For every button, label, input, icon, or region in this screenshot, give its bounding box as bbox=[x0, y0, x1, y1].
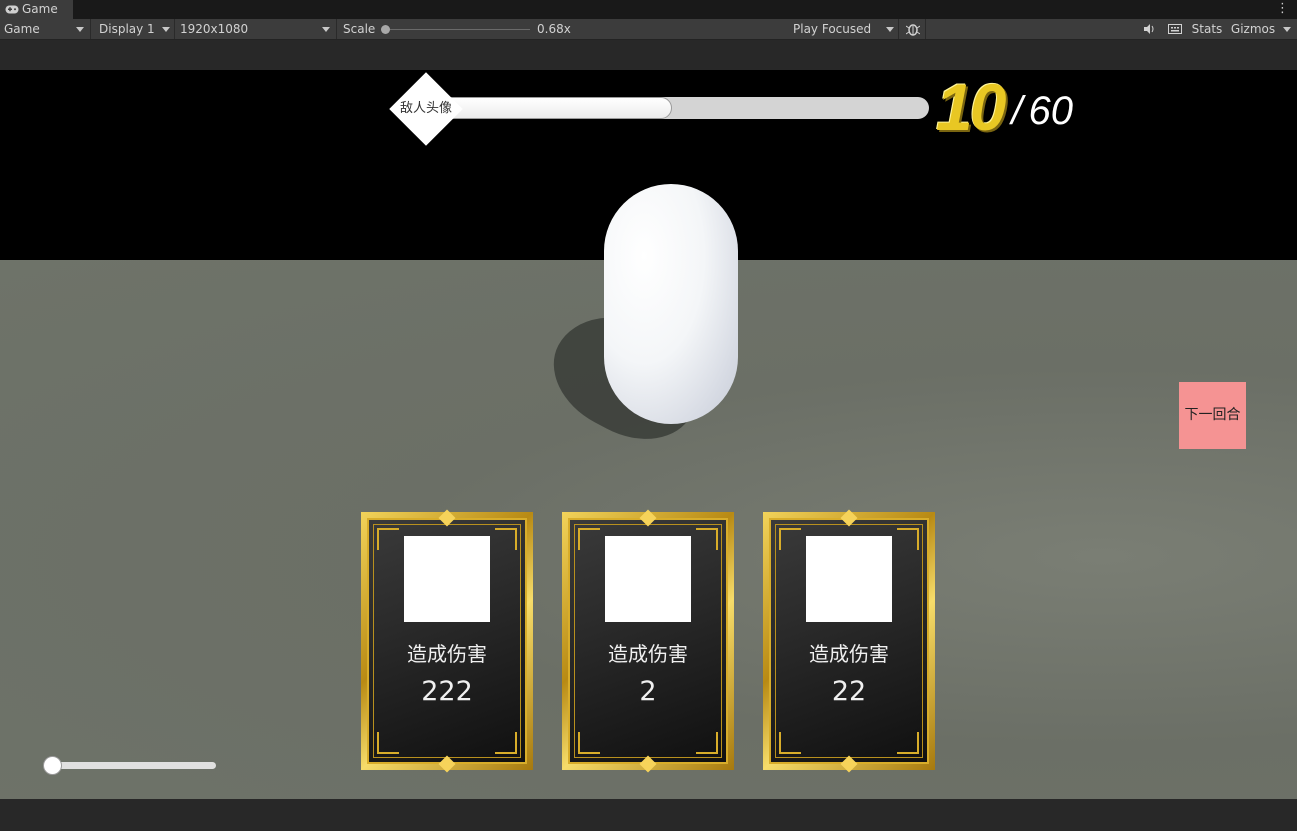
enemy-hp-fill bbox=[435, 97, 673, 119]
enemy-avatar-label: 敌人头像 bbox=[399, 101, 452, 116]
hp-current: 10 bbox=[936, 70, 1006, 144]
resolution-label: 1920x1080 bbox=[180, 22, 249, 36]
chevron-down-icon bbox=[162, 27, 170, 32]
card-corner-ornament bbox=[377, 732, 399, 754]
display-dropdown[interactable]: Display 1 bbox=[95, 19, 175, 39]
hp-separator: / bbox=[1011, 89, 1023, 133]
card-gem-ornament bbox=[438, 509, 456, 527]
view-mode-label: Game bbox=[4, 22, 40, 36]
card-corner-ornament bbox=[495, 528, 517, 550]
chevron-down-icon bbox=[886, 27, 894, 32]
bug-icon[interactable] bbox=[900, 19, 926, 39]
gizmos-button[interactable]: Gizmos bbox=[1228, 19, 1278, 39]
damage-card[interactable]: 造成伤害 222 bbox=[361, 509, 533, 773]
card-corner-ornament bbox=[897, 528, 919, 550]
card-image bbox=[605, 536, 691, 622]
next-turn-button[interactable]: 下一回合 bbox=[1179, 382, 1246, 449]
card-gem-ornament bbox=[840, 755, 858, 773]
scale-slider-track[interactable] bbox=[385, 29, 530, 30]
card-title: 造成伤害 bbox=[407, 642, 487, 666]
card-corner-ornament bbox=[696, 732, 718, 754]
scale-label: Scale bbox=[343, 22, 376, 36]
card-corner-ornament bbox=[495, 732, 517, 754]
card-value: 2 bbox=[639, 676, 657, 707]
view-mode-dropdown[interactable]: Game bbox=[0, 19, 91, 39]
play-mode-dropdown[interactable]: Play Focused bbox=[789, 19, 899, 39]
play-mode-label: Play Focused bbox=[793, 22, 872, 36]
gamepad-icon bbox=[5, 5, 19, 14]
card-gem-ornament bbox=[840, 509, 858, 527]
card-value: 22 bbox=[831, 676, 867, 707]
card-corner-ornament bbox=[578, 528, 600, 550]
bottom-slider-handle[interactable] bbox=[43, 756, 62, 775]
game-tab-label: Game bbox=[22, 2, 58, 16]
enemy-avatar: 敌人头像 bbox=[389, 72, 463, 146]
speaker-icon[interactable] bbox=[1137, 19, 1161, 39]
card-corner-ornament bbox=[779, 732, 801, 754]
enemy-hp-readout: 10 / 60 bbox=[936, 72, 1073, 142]
game-tab[interactable]: Game bbox=[0, 0, 73, 19]
scale-slider-handle[interactable] bbox=[381, 25, 390, 34]
kebab-menu-icon[interactable]: ⋮ bbox=[1276, 1, 1289, 17]
game-view-toolbar: Game Display 1 1920x1080 Scale 0.68x Pla… bbox=[0, 19, 1297, 40]
stats-button[interactable]: Stats bbox=[1188, 19, 1226, 39]
card-title: 造成伤害 bbox=[809, 642, 889, 666]
display-label: Display 1 bbox=[99, 22, 155, 36]
chevron-down-icon bbox=[76, 27, 84, 32]
card-corner-ornament bbox=[377, 528, 399, 550]
resolution-dropdown[interactable]: 1920x1080 bbox=[176, 19, 337, 39]
card-gem-ornament bbox=[438, 755, 456, 773]
scale-value: 0.68x bbox=[537, 22, 571, 36]
damage-card[interactable]: 造成伤害 2 bbox=[562, 509, 734, 773]
card-corner-ornament bbox=[779, 528, 801, 550]
chevron-down-icon bbox=[322, 27, 330, 32]
card-gem-ornament bbox=[639, 509, 657, 527]
card-corner-ornament bbox=[897, 732, 919, 754]
editor-tab-bar: Game ⋮ bbox=[0, 0, 1297, 19]
card-image bbox=[404, 536, 490, 622]
card-title: 造成伤害 bbox=[608, 642, 688, 666]
card-gem-ornament bbox=[639, 755, 657, 773]
damage-card[interactable]: 造成伤害 22 bbox=[763, 509, 935, 773]
keyboard-icon[interactable] bbox=[1163, 19, 1187, 39]
game-viewport[interactable]: 敌人头像 10 / 60 下一回合 造成伤害 222 造成伤害 2 造成伤害 2… bbox=[0, 70, 1297, 799]
card-value: 222 bbox=[421, 676, 473, 707]
enemy-hp-bar bbox=[435, 97, 929, 119]
card-corner-ornament bbox=[578, 732, 600, 754]
card-face: 造成伤害 222 bbox=[367, 509, 527, 773]
chevron-down-icon[interactable] bbox=[1283, 27, 1291, 32]
card-face: 造成伤害 2 bbox=[568, 509, 728, 773]
card-corner-ornament bbox=[696, 528, 718, 550]
hp-max: 60 bbox=[1028, 89, 1074, 133]
bottom-slider-track[interactable] bbox=[49, 762, 216, 769]
card-image bbox=[806, 536, 892, 622]
card-face: 造成伤害 22 bbox=[769, 509, 929, 773]
enemy-capsule[interactable] bbox=[604, 184, 738, 424]
